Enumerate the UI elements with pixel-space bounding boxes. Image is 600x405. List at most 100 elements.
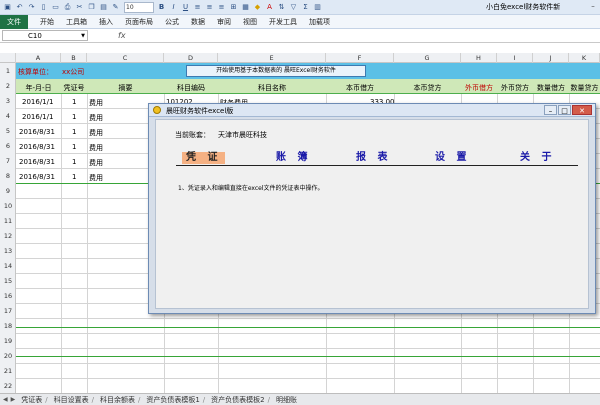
row-header[interactable]: 5 [0, 127, 15, 135]
prev-sheet-icon[interactable]: ◀ [3, 396, 8, 403]
row-header[interactable]: 7 [0, 157, 15, 165]
sheet-tab[interactable]: 明细账 [273, 395, 300, 405]
row-header[interactable]: 1 [0, 67, 15, 75]
next-sheet-icon[interactable]: ▶ [11, 396, 16, 403]
row-header[interactable]: 6 [0, 142, 15, 150]
redo-icon[interactable]: ↷ [27, 3, 36, 12]
cell-memo[interactable]: 费用 [89, 158, 103, 168]
column-header[interactable]: E [218, 53, 326, 63]
tab-addins[interactable]: 加载项 [309, 17, 330, 27]
cell-voucher-no[interactable]: 1 [72, 113, 76, 121]
row-header[interactable]: 20 [0, 352, 15, 360]
name-box[interactable]: C10 ▼ [2, 30, 88, 41]
menu-ledger[interactable]: 账 簿 [276, 152, 311, 164]
align-right-icon[interactable]: ≡ [217, 3, 226, 12]
tab-data[interactable]: 数据 [191, 17, 205, 27]
cell-date[interactable]: 2016/8/31 [19, 143, 55, 151]
font-color-icon[interactable]: A [265, 3, 274, 12]
minimize-icon[interactable]: – [544, 105, 557, 115]
cell-memo[interactable]: 费用 [89, 128, 103, 138]
cell-date[interactable]: 2016/8/31 [19, 158, 55, 166]
sort-icon[interactable]: ⇅ [277, 3, 286, 12]
cell-memo[interactable]: 费用 [89, 173, 103, 183]
row-header[interactable]: 21 [0, 367, 15, 375]
cell-date[interactable]: 2016/1/1 [22, 113, 53, 121]
dialog-titlebar[interactable]: 晨旺财务软件excel版 – □ ✕ [149, 104, 595, 117]
cell-memo[interactable]: 费用 [89, 113, 103, 123]
column-header[interactable]: F [326, 53, 394, 63]
column-header[interactable]: A [16, 53, 61, 63]
cell-date[interactable]: 2016/8/31 [19, 173, 55, 181]
sheet-tab[interactable]: 资产负债表模板1 [143, 395, 202, 405]
fx-icon[interactable]: fx [118, 31, 126, 40]
chevron-down-icon[interactable]: ▼ [81, 31, 85, 41]
minimize-icon[interactable]: – [586, 0, 600, 13]
row-header[interactable]: 17 [0, 307, 15, 315]
row-header[interactable]: 2 [0, 82, 15, 90]
cell-memo[interactable]: 费用 [89, 98, 103, 108]
row-header[interactable]: 3 [0, 97, 15, 105]
row-header[interactable]: 15 [0, 277, 15, 285]
row-header[interactable]: 8 [0, 172, 15, 180]
cell-date[interactable]: 2016/8/31 [19, 128, 55, 136]
chart-icon[interactable]: ▥ [313, 3, 322, 12]
print-icon[interactable]: ⎙ [63, 3, 72, 12]
save-icon[interactable]: ▣ [3, 3, 12, 12]
row-header[interactable]: 14 [0, 262, 15, 270]
menu-settings[interactable]: 设 置 [435, 152, 470, 164]
tab-insert[interactable]: 插入 [99, 17, 113, 27]
row-header[interactable]: 16 [0, 292, 15, 300]
maximize-icon[interactable]: □ [558, 105, 571, 115]
fill-color-icon[interactable]: ◆ [253, 3, 262, 12]
tab-view[interactable]: 视图 [243, 17, 257, 27]
tab-page-layout[interactable]: 页面布局 [125, 17, 153, 27]
column-header[interactable]: D [164, 53, 218, 63]
row-header[interactable]: 22 [0, 382, 15, 390]
row-header[interactable]: 9 [0, 187, 15, 195]
row-header[interactable]: 18 [0, 322, 15, 330]
cell-voucher-no[interactable]: 1 [72, 158, 76, 166]
cell-voucher-no[interactable]: 1 [72, 128, 76, 136]
filter-icon[interactable]: ▽ [289, 3, 298, 12]
tab-home[interactable]: 开始 [40, 17, 54, 27]
underline-icon[interactable]: U [181, 3, 190, 12]
menu-reports[interactable]: 报 表 [356, 152, 391, 164]
font-size-select[interactable]: 10 [124, 1, 154, 13]
column-header[interactable]: H [461, 53, 497, 63]
cut-icon[interactable]: ✂ [75, 3, 84, 12]
sheet-tab[interactable]: 资产负债表模板2 [208, 395, 267, 405]
tab-review[interactable]: 审阅 [217, 17, 231, 27]
bold-icon[interactable]: B [157, 3, 166, 12]
column-header[interactable]: C [87, 53, 164, 63]
row-header[interactable]: 11 [0, 217, 15, 225]
align-left-icon[interactable]: ≡ [193, 3, 202, 12]
sum-icon[interactable]: Σ [301, 3, 310, 12]
row-header[interactable]: 4 [0, 112, 15, 120]
select-all-corner[interactable] [0, 53, 16, 63]
close-icon[interactable]: ✕ [572, 105, 592, 115]
cell-voucher-no[interactable]: 1 [72, 143, 76, 151]
sheet-tab[interactable]: 科目设置表 [51, 395, 92, 405]
copy-icon[interactable]: ❐ [87, 3, 96, 12]
cell-voucher-no[interactable]: 1 [72, 173, 76, 181]
sheet-tab[interactable]: 科目余额表 [97, 395, 138, 405]
new-icon[interactable]: ▯ [39, 3, 48, 12]
undo-icon[interactable]: ↶ [15, 3, 24, 12]
start-banner[interactable]: 开始使用基于本数据表的 晨旺Excel财务软件 [186, 65, 366, 77]
align-center-icon[interactable]: ≡ [205, 3, 214, 12]
row-header[interactable]: 13 [0, 247, 15, 255]
format-icon[interactable]: ✎ [111, 3, 120, 12]
cell-date[interactable]: 2016/1/1 [22, 98, 53, 106]
company-value[interactable]: xx公司 [62, 67, 84, 77]
row-header[interactable]: 12 [0, 232, 15, 240]
paste-icon[interactable]: ▤ [99, 3, 108, 12]
merge-icon[interactable]: ⊞ [229, 3, 238, 12]
tab-developer[interactable]: 开发工具 [269, 17, 297, 27]
column-header[interactable]: K [569, 53, 600, 63]
row-header[interactable]: 19 [0, 337, 15, 345]
menu-about[interactable]: 关 于 [520, 152, 555, 164]
cell-memo[interactable]: 费用 [89, 143, 103, 153]
menu-voucher[interactable]: 凭 证 [182, 152, 226, 164]
tab-toolbox[interactable]: 工具箱 [66, 17, 87, 27]
tab-formulas[interactable]: 公式 [165, 17, 179, 27]
